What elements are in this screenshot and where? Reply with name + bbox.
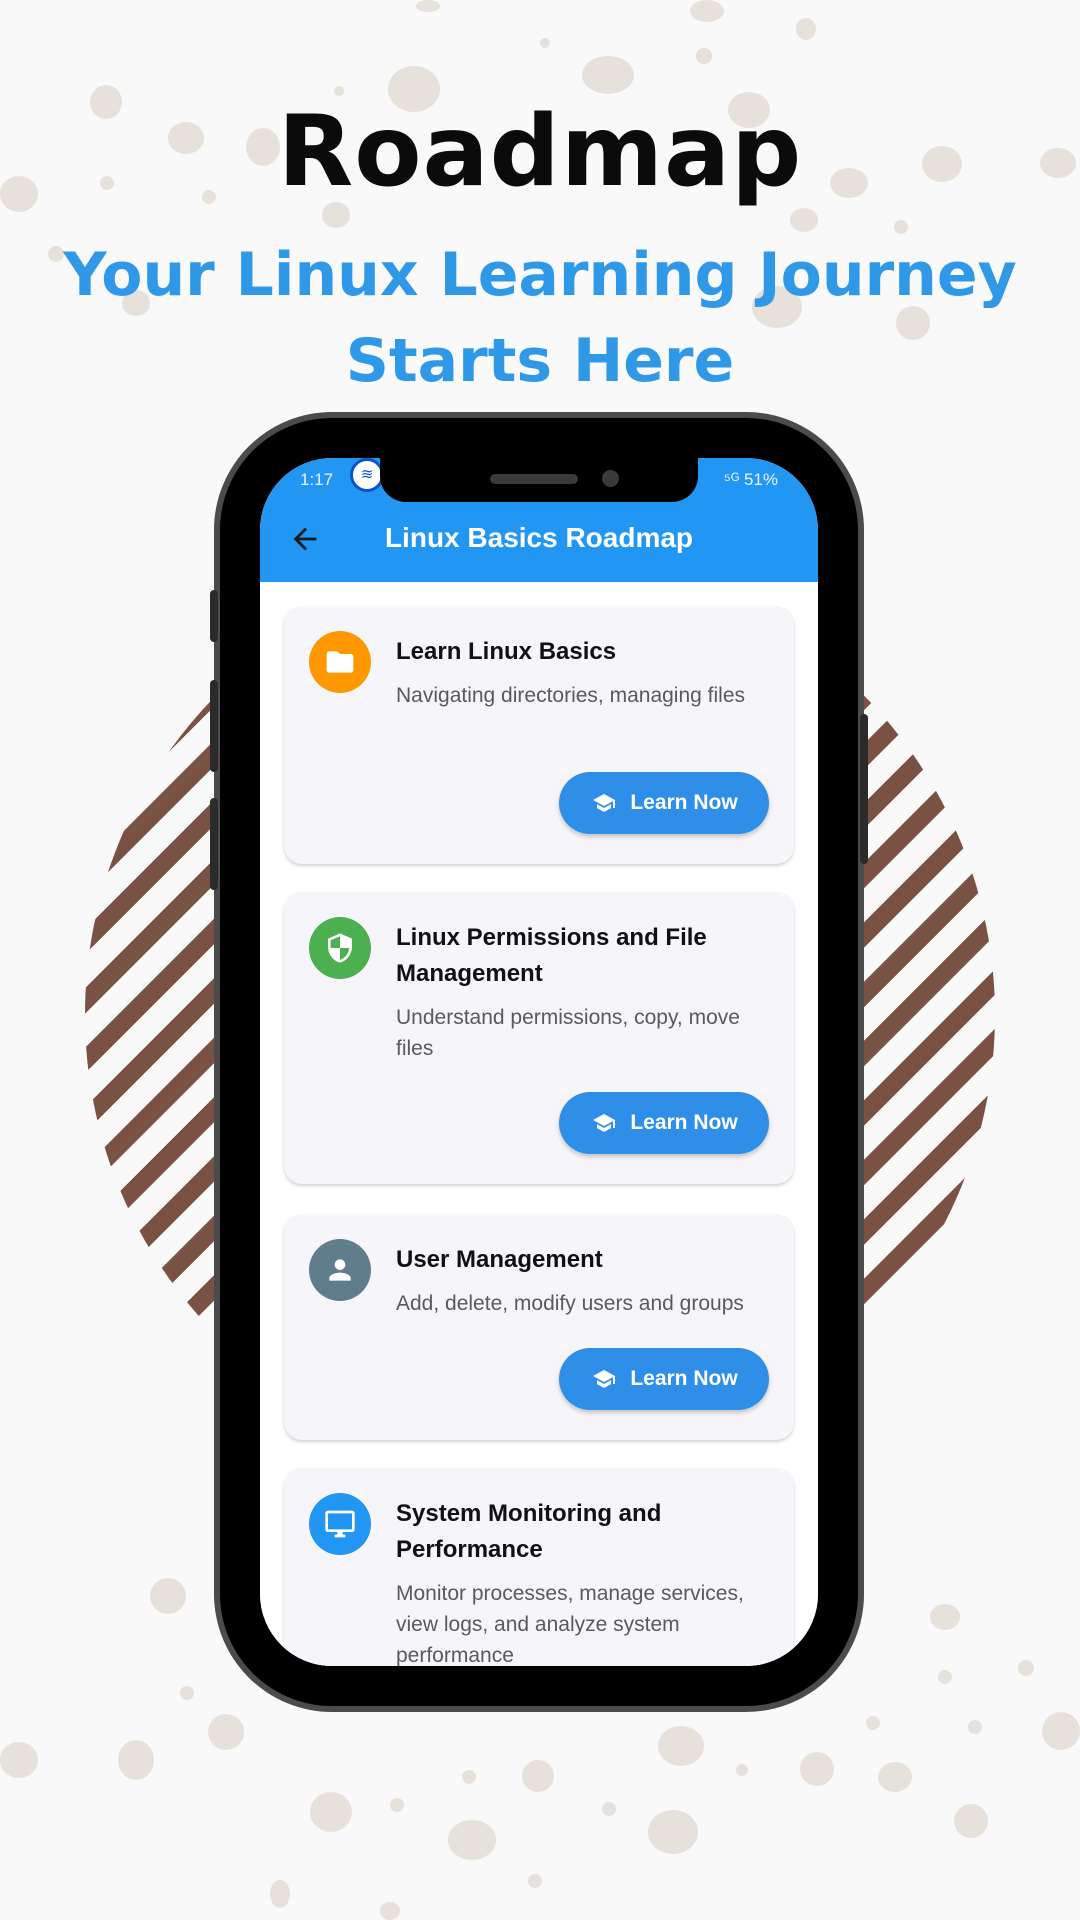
card-title: Learn Linux Basics <box>396 638 617 665</box>
promo-title: Roadmap <box>277 95 803 209</box>
phone-frame: 1:17 ≋ ⁵ᴳ 51% Linux Basics Roadmap Learn… <box>210 418 868 1706</box>
roadmap-card: System Monitoring and Performance Monito… <box>284 1468 794 1666</box>
learn-now-label: Learn Now <box>630 1111 738 1134</box>
folder-icon <box>309 631 371 693</box>
graduation-cap-icon <box>593 1370 616 1388</box>
card-description: Monitor processes, manage services, view… <box>396 1582 744 1666</box>
phone-screen: 1:17 ≋ ⁵ᴳ 51% Linux Basics Roadmap Learn… <box>260 458 818 1666</box>
learn-now-button[interactable]: Learn Now <box>559 1092 769 1154</box>
roadmap-card: User Management Add, delete, modify user… <box>284 1214 794 1440</box>
roadmap-list: Learn Linux Basics Navigating directorie… <box>260 582 818 1666</box>
card-title: System Monitoring and Performance <box>396 1500 662 1563</box>
phone-volume-up-button <box>210 680 218 772</box>
card-description: Understand permissions, copy, move files <box>396 1006 740 1060</box>
learn-now-label: Learn Now <box>630 791 738 814</box>
phone-speaker <box>490 474 578 484</box>
card-description: Add, delete, modify users and groups <box>396 1292 744 1315</box>
learn-now-button[interactable]: Learn Now <box>559 772 769 834</box>
graduation-cap-icon <box>593 794 616 812</box>
roadmap-card: Linux Permissions and File Management Un… <box>284 892 794 1184</box>
card-title: User Management <box>396 1246 603 1273</box>
phone-side-button <box>210 590 218 642</box>
person-icon <box>309 1239 371 1301</box>
shield-icon <box>309 917 371 979</box>
graduation-cap-icon <box>593 1114 616 1132</box>
roadmap-card: Learn Linux Basics Navigating directorie… <box>284 606 794 864</box>
app-bar-title: Linux Basics Roadmap <box>384 522 694 553</box>
phone-notch <box>380 458 698 502</box>
status-battery: ⁵ᴳ 51% <box>723 470 778 489</box>
card-description: Navigating directories, managing files <box>396 684 746 707</box>
phone-camera <box>602 470 619 487</box>
monitor-icon <box>309 1493 371 1555</box>
phone-volume-down-button <box>210 798 218 890</box>
learn-now-button[interactable]: Learn Now <box>559 1348 769 1410</box>
wifi-status-icon: ≋ <box>350 458 384 492</box>
phone-power-button <box>860 714 868 864</box>
learn-now-label: Learn Now <box>630 1367 738 1390</box>
promo-subtitle: Your Linux Learning Journey Starts Here <box>63 240 1017 396</box>
card-title: Linux Permissions and File Management <box>396 924 707 987</box>
status-time: 1:17 <box>300 470 334 489</box>
